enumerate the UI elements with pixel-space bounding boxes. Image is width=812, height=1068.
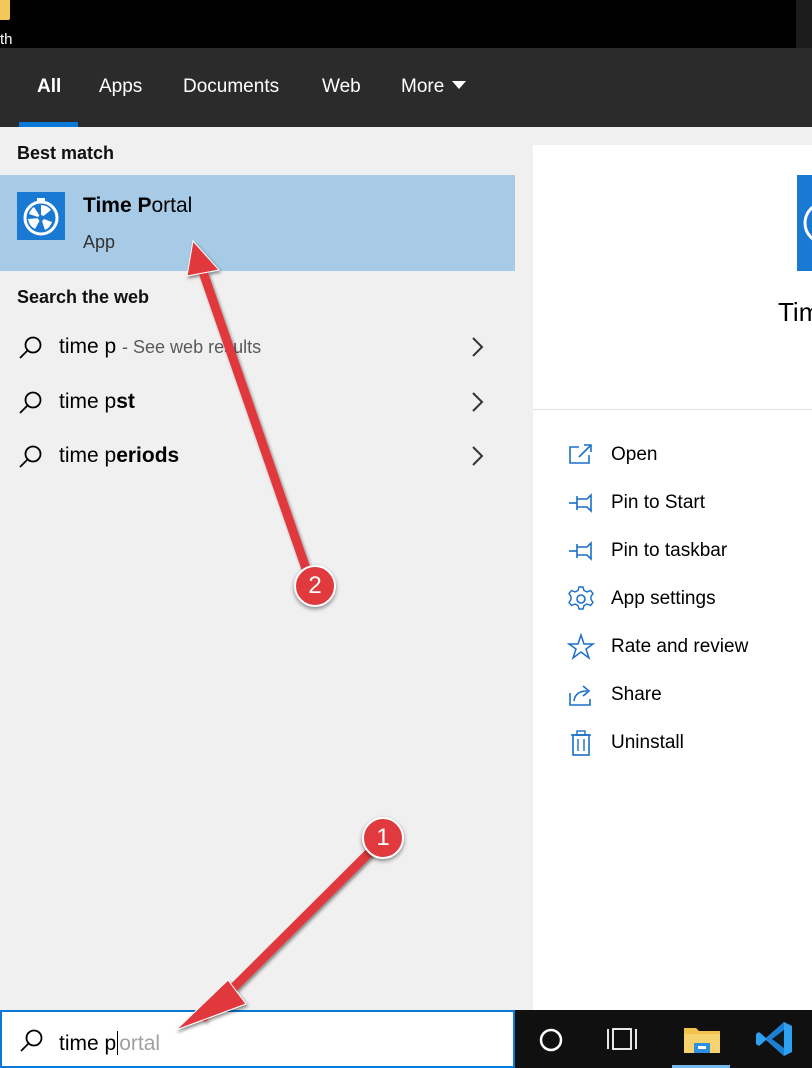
web-suggestion-completion: eriods [116, 444, 180, 467]
action-uninstall[interactable]: Uninstall [565, 723, 812, 763]
trash-icon [571, 730, 591, 756]
share-icon [569, 685, 591, 706]
preview-card: Tim [533, 145, 812, 1010]
preview-app-title: Tim [778, 297, 812, 327]
tab-documents[interactable]: Documents [183, 76, 279, 98]
annotation-badge-2: 2 [294, 565, 336, 607]
web-suggestion-row[interactable]: time periods [0, 432, 515, 480]
action-pin-to-taskbar[interactable]: Pin to taskbar [565, 531, 812, 571]
search-icon [19, 336, 42, 359]
time-portal-large-icon [797, 175, 812, 271]
open-icon [569, 444, 592, 464]
action-app-settings-label: App settings [611, 588, 716, 609]
web-suggestion-text: time pst [59, 390, 135, 414]
best-match-heading: Best match [17, 143, 115, 163]
best-match-name-rest: ortal [151, 194, 193, 217]
web-suggestion-prefix: time p [59, 335, 117, 358]
best-match-result[interactable]: Time Portal App [0, 175, 515, 271]
action-open[interactable]: Open [565, 435, 812, 475]
action-share[interactable]: Share [565, 675, 812, 715]
action-app-settings[interactable]: App settings [565, 579, 812, 619]
chevron-right-icon [472, 392, 484, 412]
desktop-background: th [0, 0, 812, 48]
action-rate-and-review[interactable]: Rate and review [565, 627, 812, 667]
web-suggestion-text: time p - See web results [59, 335, 261, 359]
tab-all[interactable]: All [37, 76, 61, 98]
web-suggestion-row[interactable]: time p - See web results [0, 323, 515, 371]
desktop-window-edge [796, 0, 812, 48]
web-suggestion-row[interactable]: time pst [0, 378, 515, 426]
taskbar-search-box[interactable]: time p ortal [0, 1010, 515, 1068]
web-suggestion-hint: - See web results [122, 337, 262, 357]
vscode-icon[interactable] [750, 1010, 800, 1068]
web-suggestion-prefix: time p [59, 390, 117, 413]
annotation-badge-1: 1 [362, 817, 404, 859]
task-view-icon[interactable] [600, 1010, 646, 1068]
tab-more[interactable]: More [401, 76, 467, 98]
best-match-type: App [83, 232, 116, 252]
desktop-icon-label: th [0, 31, 13, 48]
pin-icon [569, 541, 592, 561]
action-share-label: Share [611, 684, 662, 705]
tab-more-label: More [401, 76, 445, 97]
desktop-folder-icon[interactable] [0, 0, 10, 20]
action-pin-to-start[interactable]: Pin to Start [565, 483, 812, 523]
search-the-web-heading: Search the web [17, 287, 150, 307]
search-autocomplete-text: ortal [119, 1032, 161, 1055]
search-typed-text: time p [59, 1032, 117, 1055]
action-open-label: Open [611, 444, 658, 465]
tab-web[interactable]: Web [322, 76, 361, 98]
search-icon [19, 391, 42, 414]
search-scope-tabs: All Apps Documents Web More [0, 48, 812, 127]
preview-divider [533, 409, 812, 410]
best-match-name-bold: Time P [83, 194, 152, 217]
search-icon [19, 445, 42, 468]
chevron-right-icon [472, 337, 484, 357]
star-icon [567, 633, 595, 661]
file-explorer-icon[interactable] [674, 1010, 730, 1068]
best-match-name: Time Portal [83, 194, 192, 218]
chevron-right-icon [472, 446, 484, 466]
web-suggestion-text: time periods [59, 444, 179, 468]
chevron-down-icon [452, 81, 467, 89]
pin-icon [569, 493, 592, 513]
tab-apps[interactable]: Apps [99, 76, 142, 98]
search-icon [20, 1029, 43, 1052]
action-pin-to-taskbar-label: Pin to taskbar [611, 540, 728, 561]
search-input[interactable]: time p ortal [59, 1031, 160, 1056]
action-rate-and-review-label: Rate and review [611, 636, 749, 657]
web-suggestion-prefix: time p [59, 444, 117, 467]
action-uninstall-label: Uninstall [611, 732, 684, 753]
time-portal-app-icon [17, 192, 65, 240]
action-pin-to-start-label: Pin to Start [611, 492, 705, 513]
gear-icon [568, 586, 594, 610]
cortana-icon[interactable] [530, 1010, 572, 1068]
web-suggestion-completion: st [116, 390, 135, 413]
